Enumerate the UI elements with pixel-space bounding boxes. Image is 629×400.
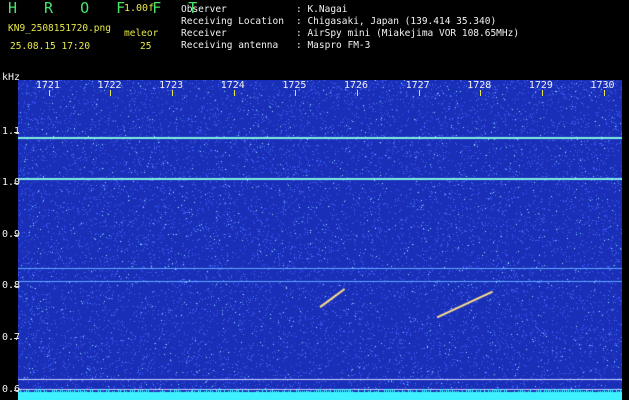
header-panel: H R O F F T 1.00f KN9_2508151720.png mel…: [0, 0, 629, 78]
x-tick-mark: [541, 90, 543, 96]
y-tick-mark: [14, 234, 19, 236]
observer-value: : K.Nagai: [296, 4, 348, 15]
y-tick-mark: [14, 183, 19, 185]
receiver-label: Receiver: [181, 28, 227, 39]
app-title: H R O F F T: [8, 0, 207, 17]
spectrogram-canvas: [18, 80, 622, 400]
datetime-label: 25.08.15 17:20: [10, 41, 91, 52]
y-tick-mark: [14, 286, 19, 288]
x-tick-mark: [603, 90, 605, 96]
count-label: 25: [140, 41, 152, 52]
y-tick-mark: [14, 389, 19, 391]
antenna-label: Receiving antenna: [181, 40, 279, 51]
spectrogram-plot: [18, 80, 622, 400]
x-tick-mark: [48, 90, 50, 96]
filename-label: KN9_2508151720.png: [8, 23, 111, 34]
x-tick-mark: [418, 90, 420, 96]
y-tick-mark: [14, 131, 19, 133]
x-tick-mark: [295, 90, 297, 96]
mode-label: meleor: [124, 28, 159, 39]
x-tick-mark: [480, 90, 482, 96]
location-value: : Chigasaki, Japan (139.414 35.340): [296, 16, 497, 27]
receiver-value: : AirSpy mini (Miakejima VOR 108.65MHz): [296, 28, 520, 39]
x-tick-mark: [233, 90, 235, 96]
x-tick-mark: [356, 90, 358, 96]
y-tick-mark: [14, 338, 19, 340]
version-label: 1.00f: [124, 3, 155, 14]
antenna-value: : Maspro FM-3: [296, 40, 371, 51]
x-tick-mark: [110, 90, 112, 96]
x-tick-mark: [172, 90, 174, 96]
observer-label: Observer: [181, 4, 227, 15]
location-label: Receiving Location: [181, 16, 284, 27]
